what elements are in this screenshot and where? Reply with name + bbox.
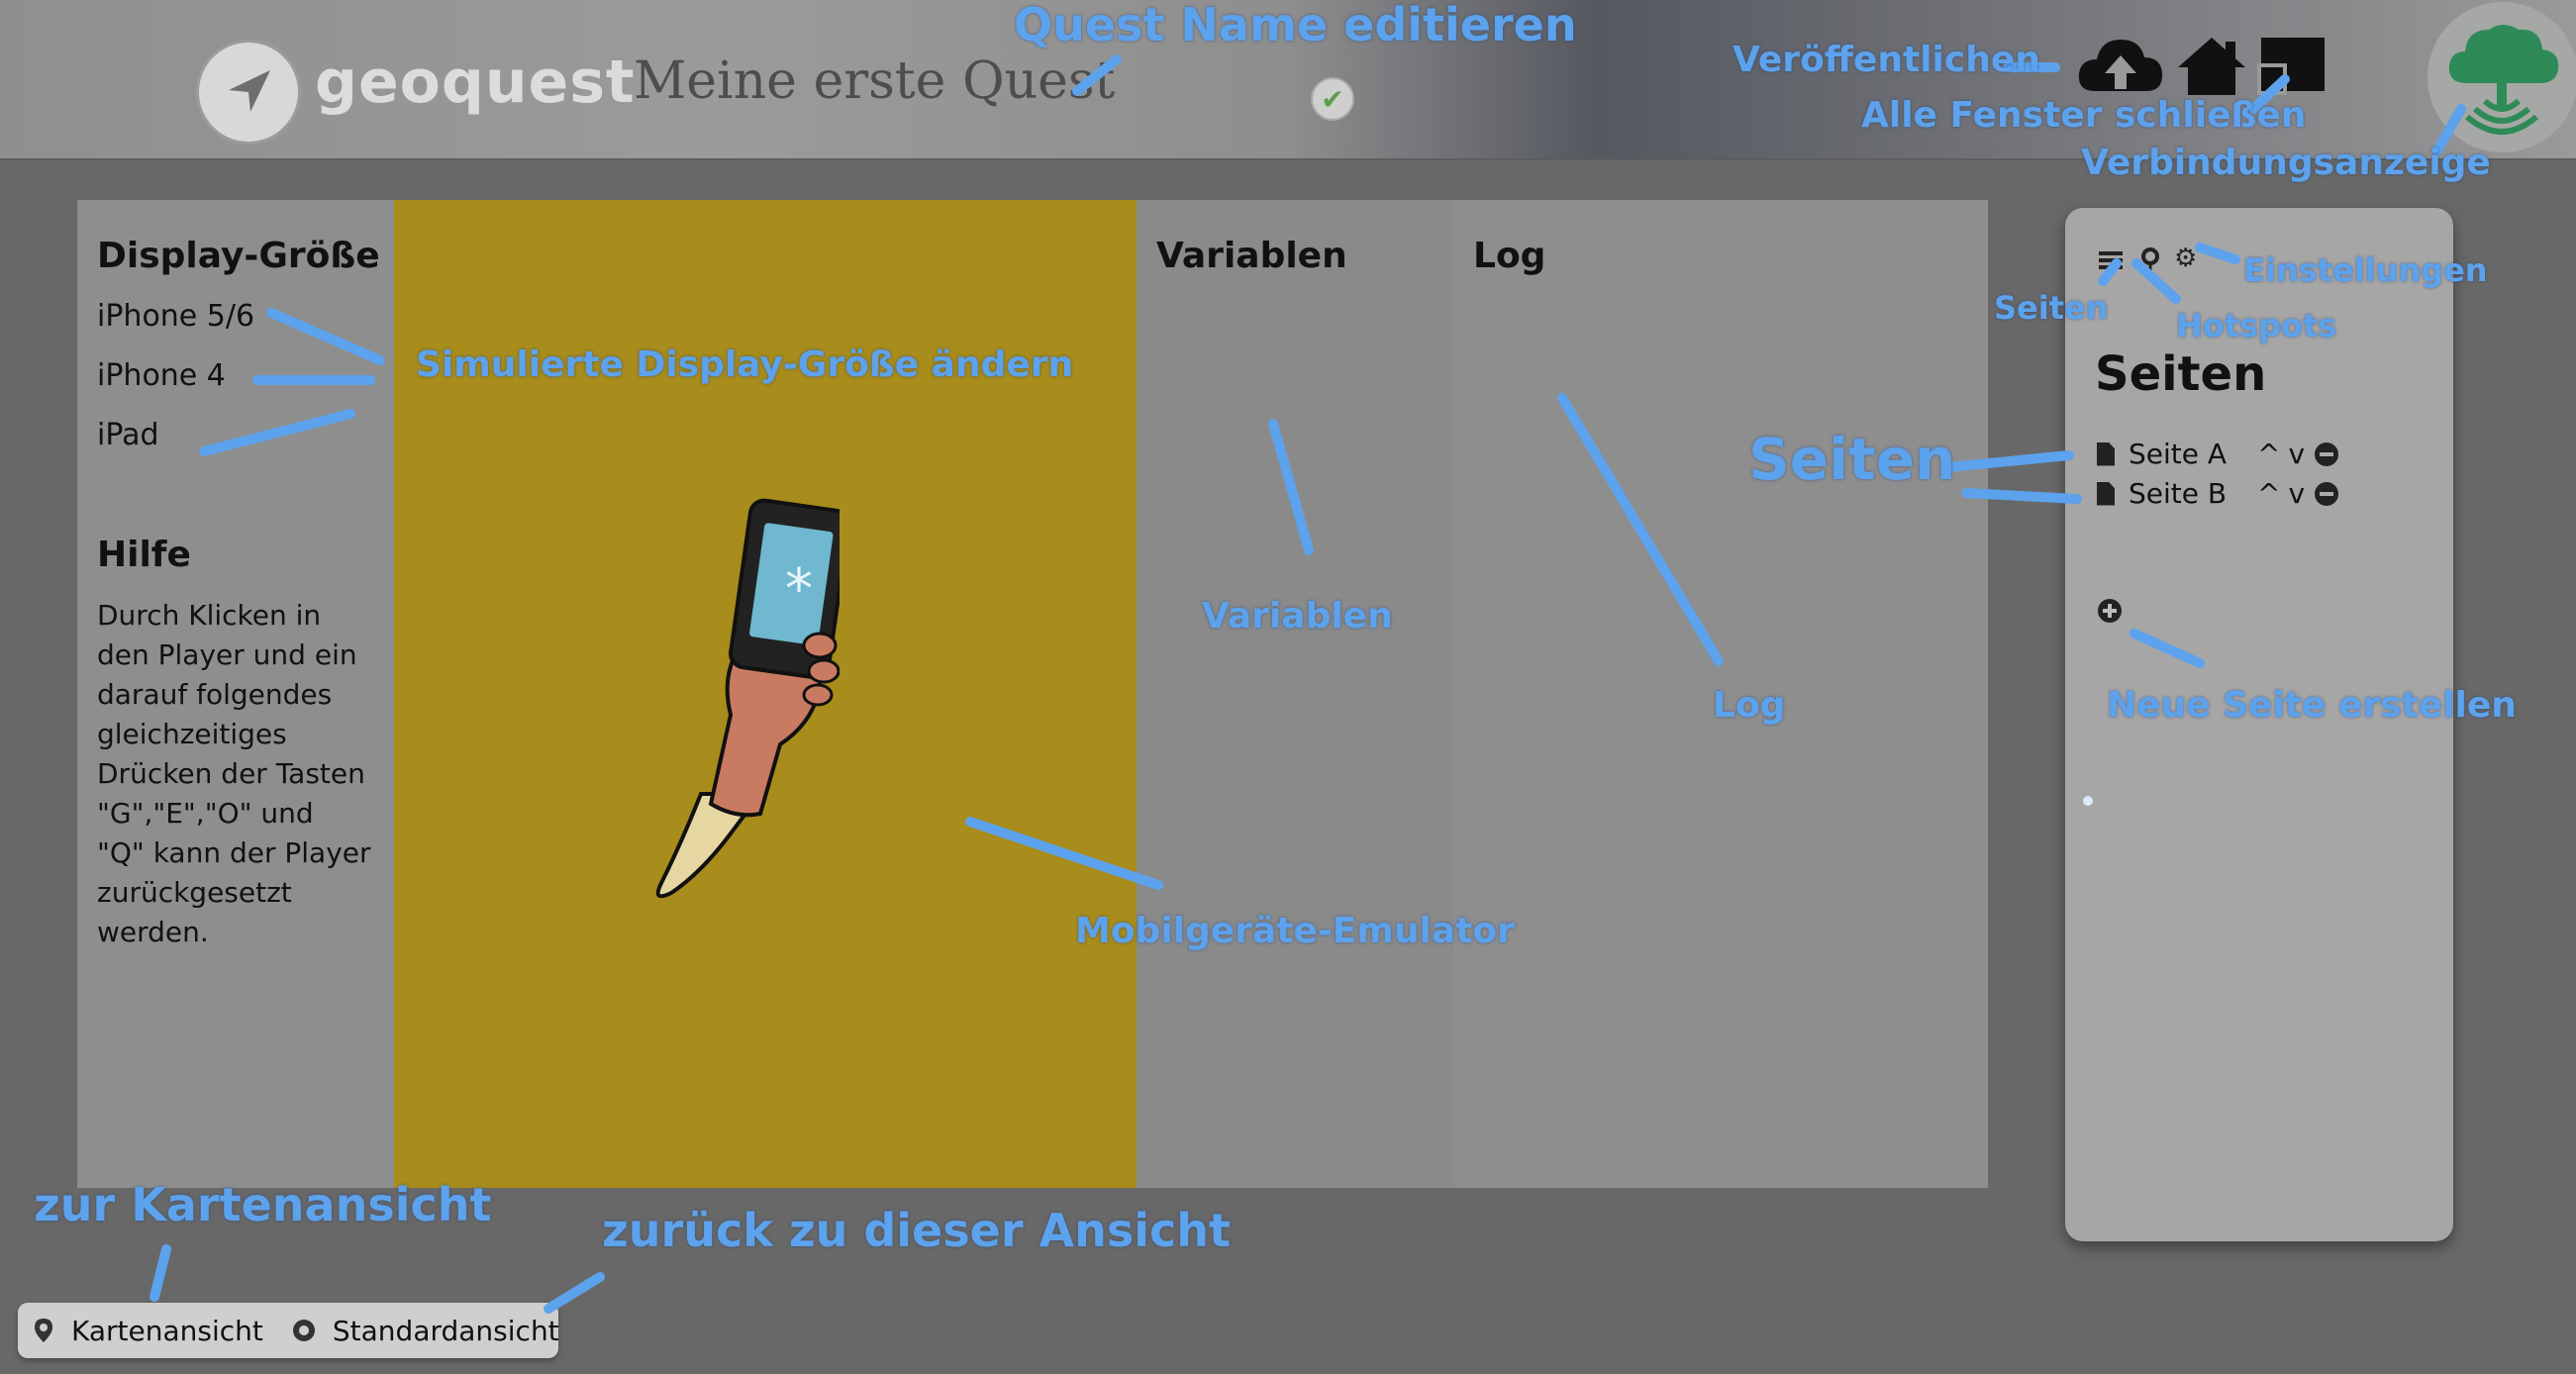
display-size-title: Display-Größe — [97, 236, 380, 276]
add-page-icon[interactable] — [2097, 598, 2123, 624]
variables-panel: Variablen — [1137, 200, 1453, 1188]
annotation-close-windows: Alle Fenster schließen — [1861, 95, 2307, 136]
phone-in-hand-icon: * — [655, 498, 840, 899]
hotspot-pin-icon[interactable] — [2140, 247, 2160, 275]
size-option-iphone56[interactable]: iPhone 5/6 — [97, 299, 254, 334]
help-text: Durch Klicken in den Player und ein dara… — [97, 596, 394, 952]
default-view-icon — [292, 1320, 315, 1341]
page-document-icon — [2097, 481, 2115, 506]
annotation-quest-name: Quest Name editieren — [1014, 0, 1577, 51]
view-switch-bar: Kartenansicht Standardansicht — [18, 1303, 559, 1358]
map-view-label[interactable]: Kartenansicht — [71, 1315, 263, 1347]
annotation-hotspots: Hotspots — [2176, 307, 2337, 344]
annotation-back: zurück zu dieser Ansicht — [602, 1204, 1232, 1257]
map-pin-icon — [35, 1319, 52, 1342]
help-line: "G","E","O" und — [97, 797, 314, 830]
display-size-panel: Display-Größe iPhone 5/6 iPhone 4 iPad H… — [77, 200, 394, 1188]
help-line: darauf folgendes — [97, 678, 333, 711]
pages-list-icon[interactable] — [2099, 249, 2125, 273]
annotation-variables: Variablen — [1202, 596, 1393, 637]
logo-text: geoquest — [315, 48, 636, 117]
map-view-button[interactable]: Kartenansicht — [34, 1315, 263, 1347]
cursor-dot — [2083, 796, 2093, 806]
move-up-button[interactable]: ^ — [2257, 477, 2280, 510]
geoquest-logo-icon[interactable] — [196, 40, 301, 145]
page-row[interactable]: Seite A ^ v — [2097, 438, 2339, 470]
help-title: Hilfe — [97, 535, 191, 575]
default-view-button[interactable]: Standardansicht — [291, 1315, 559, 1347]
help-line: werden. — [97, 916, 209, 948]
annotation-emulator: Mobilgeräte-Emulator — [1075, 911, 1515, 951]
move-down-button[interactable]: v — [2288, 438, 2305, 470]
annotation-publish: Veröffentlichen — [1733, 40, 2040, 80]
annotation-new-page: Neue Seite erstellen — [2107, 685, 2517, 726]
help-line: "Q" kann der Player — [97, 836, 371, 869]
default-view-label[interactable]: Standardansicht — [333, 1315, 559, 1347]
confirm-check-icon[interactable]: ✔ — [1311, 77, 1354, 121]
annotation-pages-icon: Seiten — [1994, 289, 2109, 327]
settings-gear-icon[interactable]: ⚙ — [2174, 244, 2197, 273]
variables-title: Variablen — [1156, 236, 1347, 276]
delete-page-icon[interactable] — [2315, 442, 2339, 466]
annotation-display-size: Simulierte Display-Größe ändern — [416, 344, 1074, 385]
annotation-settings: Einstellungen — [2243, 251, 2488, 289]
delete-page-icon[interactable] — [2315, 481, 2339, 506]
svg-text:*: * — [785, 557, 813, 622]
annotation-to-map: zur Kartenansicht — [34, 1178, 492, 1231]
connection-indicator — [2427, 2, 2576, 152]
move-up-button[interactable]: ^ — [2257, 438, 2280, 470]
publish-cloud-icon[interactable] — [2075, 34, 2166, 99]
help-line: zurückgesetzt — [97, 876, 292, 909]
help-line: den Player und ein — [97, 638, 357, 671]
annotation-connection: Verbindungsanzeige — [2081, 143, 2491, 183]
help-line: Durch Klicken in — [97, 599, 322, 632]
close-windows-icon[interactable] — [2255, 34, 2328, 99]
page-row[interactable]: Seite B ^ v — [2097, 477, 2339, 510]
move-down-button[interactable]: v — [2288, 477, 2305, 510]
help-line: Drücken der Tasten — [97, 757, 365, 790]
size-option-iphone4[interactable]: iPhone 4 — [97, 358, 226, 393]
page-document-icon — [2097, 442, 2115, 466]
page-label[interactable]: Seite B — [2129, 477, 2247, 510]
page-label[interactable]: Seite A — [2129, 438, 2247, 470]
annotation-log: Log — [1713, 685, 1786, 726]
home-icon[interactable] — [2176, 34, 2247, 99]
pages-title: Seiten — [2095, 346, 2267, 402]
connection-cloud-icon — [2448, 25, 2559, 135]
size-option-ipad[interactable]: iPad — [97, 418, 159, 452]
log-title: Log — [1473, 236, 1546, 276]
annotation-pages: Seiten — [1748, 426, 1956, 493]
help-line: gleichzeitiges — [97, 718, 287, 750]
quest-title-input[interactable]: Meine erste Quest — [634, 51, 1115, 111]
